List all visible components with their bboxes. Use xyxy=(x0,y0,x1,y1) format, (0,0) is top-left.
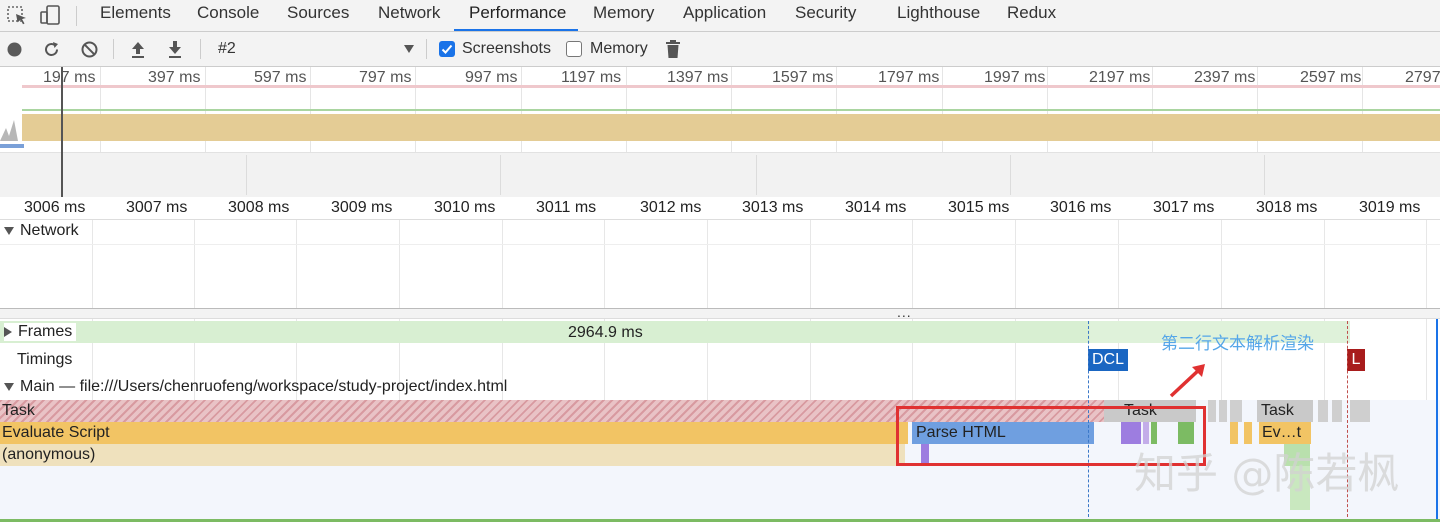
task-bar[interactable] xyxy=(1350,400,1370,422)
timeline-ruler: 3006 ms 3007 ms 3008 ms 3009 ms 3010 ms … xyxy=(0,197,1440,220)
cpu-spike xyxy=(0,120,18,141)
ruler-tick: 3010 ms xyxy=(434,199,496,216)
save-profile-icon[interactable] xyxy=(166,39,184,59)
ruler-tick: 3017 ms xyxy=(1153,199,1215,216)
selection-handle[interactable] xyxy=(61,67,63,197)
expand-triangle-icon xyxy=(4,226,14,235)
reload-profile-icon[interactable] xyxy=(42,40,61,59)
frame-divider xyxy=(500,155,501,195)
task-bar[interactable] xyxy=(1318,400,1328,422)
timings-track-label[interactable]: Timings xyxy=(17,351,72,369)
watermark: 知乎 @陈若枫 xyxy=(1134,449,1400,498)
annotation-text: 第二行文本解析渲染 xyxy=(1161,334,1314,353)
task-bar[interactable] xyxy=(1230,400,1242,422)
tab-lighthouse[interactable]: Lighthouse xyxy=(897,0,980,31)
network-track-header[interactable]: Network xyxy=(4,222,79,240)
fps-line xyxy=(22,109,1440,111)
tab-performance[interactable]: Performance xyxy=(469,0,566,31)
tab-application[interactable]: Application xyxy=(683,0,766,31)
performance-toolbar: #2 Screenshots Memory xyxy=(0,32,1440,67)
ruler-tick: 3016 ms xyxy=(1050,199,1112,216)
divider xyxy=(113,39,114,59)
frames-track-label: Frames xyxy=(18,323,73,340)
main-track-label: Main — file:///Users/chenruofeng/workspa… xyxy=(20,378,508,395)
active-tab-indicator xyxy=(454,29,578,31)
task-bar[interactable]: Task xyxy=(1257,400,1313,422)
clear-icon[interactable] xyxy=(80,40,99,59)
profile-select[interactable]: #2 xyxy=(218,40,236,58)
screenshots-checkbox[interactable] xyxy=(439,41,455,57)
task-bar[interactable] xyxy=(1332,400,1342,422)
task-bar[interactable] xyxy=(1219,400,1227,422)
frame-duration: 2964.9 ms xyxy=(568,324,643,341)
main-track-header[interactable]: Main — file:///Users/chenruofeng/workspa… xyxy=(4,378,507,396)
ruler-tick: 3008 ms xyxy=(228,199,290,216)
ruler-tick: 3013 ms xyxy=(742,199,804,216)
ruler-tick: 3006 ms xyxy=(24,199,86,216)
net-strip xyxy=(0,144,24,148)
frame-bar[interactable] xyxy=(0,321,1090,343)
frames-track-header[interactable]: Frames xyxy=(4,323,77,341)
dcl-marker[interactable]: DCL xyxy=(1088,349,1128,371)
anonymous-function-bar[interactable]: (anonymous) xyxy=(0,444,905,466)
checkmark-icon xyxy=(441,44,453,54)
ruler-tick: 3014 ms xyxy=(845,199,907,216)
divider xyxy=(76,6,77,26)
ruler-tick: 3011 ms xyxy=(536,199,597,216)
ruler-tick: 3012 ms xyxy=(640,199,702,216)
scrollbar[interactable] xyxy=(1436,319,1438,519)
memory-label: Memory xyxy=(590,40,648,57)
ruler-tick: 3018 ms xyxy=(1256,199,1318,216)
device-toolbar-icon[interactable] xyxy=(38,3,62,27)
screenshots-label: Screenshots xyxy=(462,40,551,57)
network-track-label: Network xyxy=(20,222,79,239)
frame-divider xyxy=(756,155,757,195)
tab-sources[interactable]: Sources xyxy=(287,0,349,31)
tab-elements[interactable]: Elements xyxy=(100,0,171,31)
dropdown-arrow-icon[interactable] xyxy=(403,44,415,54)
devtools-window: Elements Console Sources Network Perform… xyxy=(0,0,1440,522)
inspect-element-icon[interactable] xyxy=(5,3,29,27)
divider xyxy=(0,244,1440,245)
evaluate-script-bar[interactable]: Evaluate Script xyxy=(0,422,908,444)
tab-network[interactable]: Network xyxy=(378,0,440,31)
devtools-tab-bar: Elements Console Sources Network Perform… xyxy=(0,0,1440,32)
ruler-tick: 3009 ms xyxy=(331,199,393,216)
task-bar[interactable] xyxy=(1208,400,1216,422)
load-marker[interactable]: L xyxy=(1347,349,1365,371)
collapse-triangle-icon xyxy=(4,326,12,337)
ruler-tick: 3015 ms xyxy=(948,199,1010,216)
frame-divider xyxy=(1010,155,1011,195)
screenshot-filmstrip xyxy=(0,152,1440,197)
expand-triangle-icon xyxy=(4,382,14,391)
tab-memory[interactable]: Memory xyxy=(593,0,654,31)
load-profile-icon[interactable] xyxy=(129,39,147,59)
record-icon[interactable] xyxy=(6,41,23,58)
timeline-overview[interactable]: 197 ms 397 ms 597 ms 797 ms 997 ms 1197 … xyxy=(0,67,1440,197)
memory-checkbox[interactable] xyxy=(566,41,582,57)
fps-strip xyxy=(22,85,1440,88)
divider xyxy=(426,39,427,59)
cpu-chart xyxy=(22,114,1440,141)
splitter-dots[interactable]: ... xyxy=(897,304,912,320)
ruler-tick: 3019 ms xyxy=(1359,199,1421,216)
frame-divider xyxy=(246,155,247,195)
divider xyxy=(200,39,201,59)
annotation-arrow-icon xyxy=(1169,364,1205,398)
tab-security[interactable]: Security xyxy=(795,0,856,31)
tab-redux[interactable]: Redux xyxy=(1007,0,1056,31)
ruler-tick: 3007 ms xyxy=(126,199,188,216)
tab-console[interactable]: Console xyxy=(197,0,259,31)
trash-icon[interactable] xyxy=(665,39,681,59)
frame-divider xyxy=(1264,155,1265,195)
track-splitter[interactable] xyxy=(0,308,1440,319)
